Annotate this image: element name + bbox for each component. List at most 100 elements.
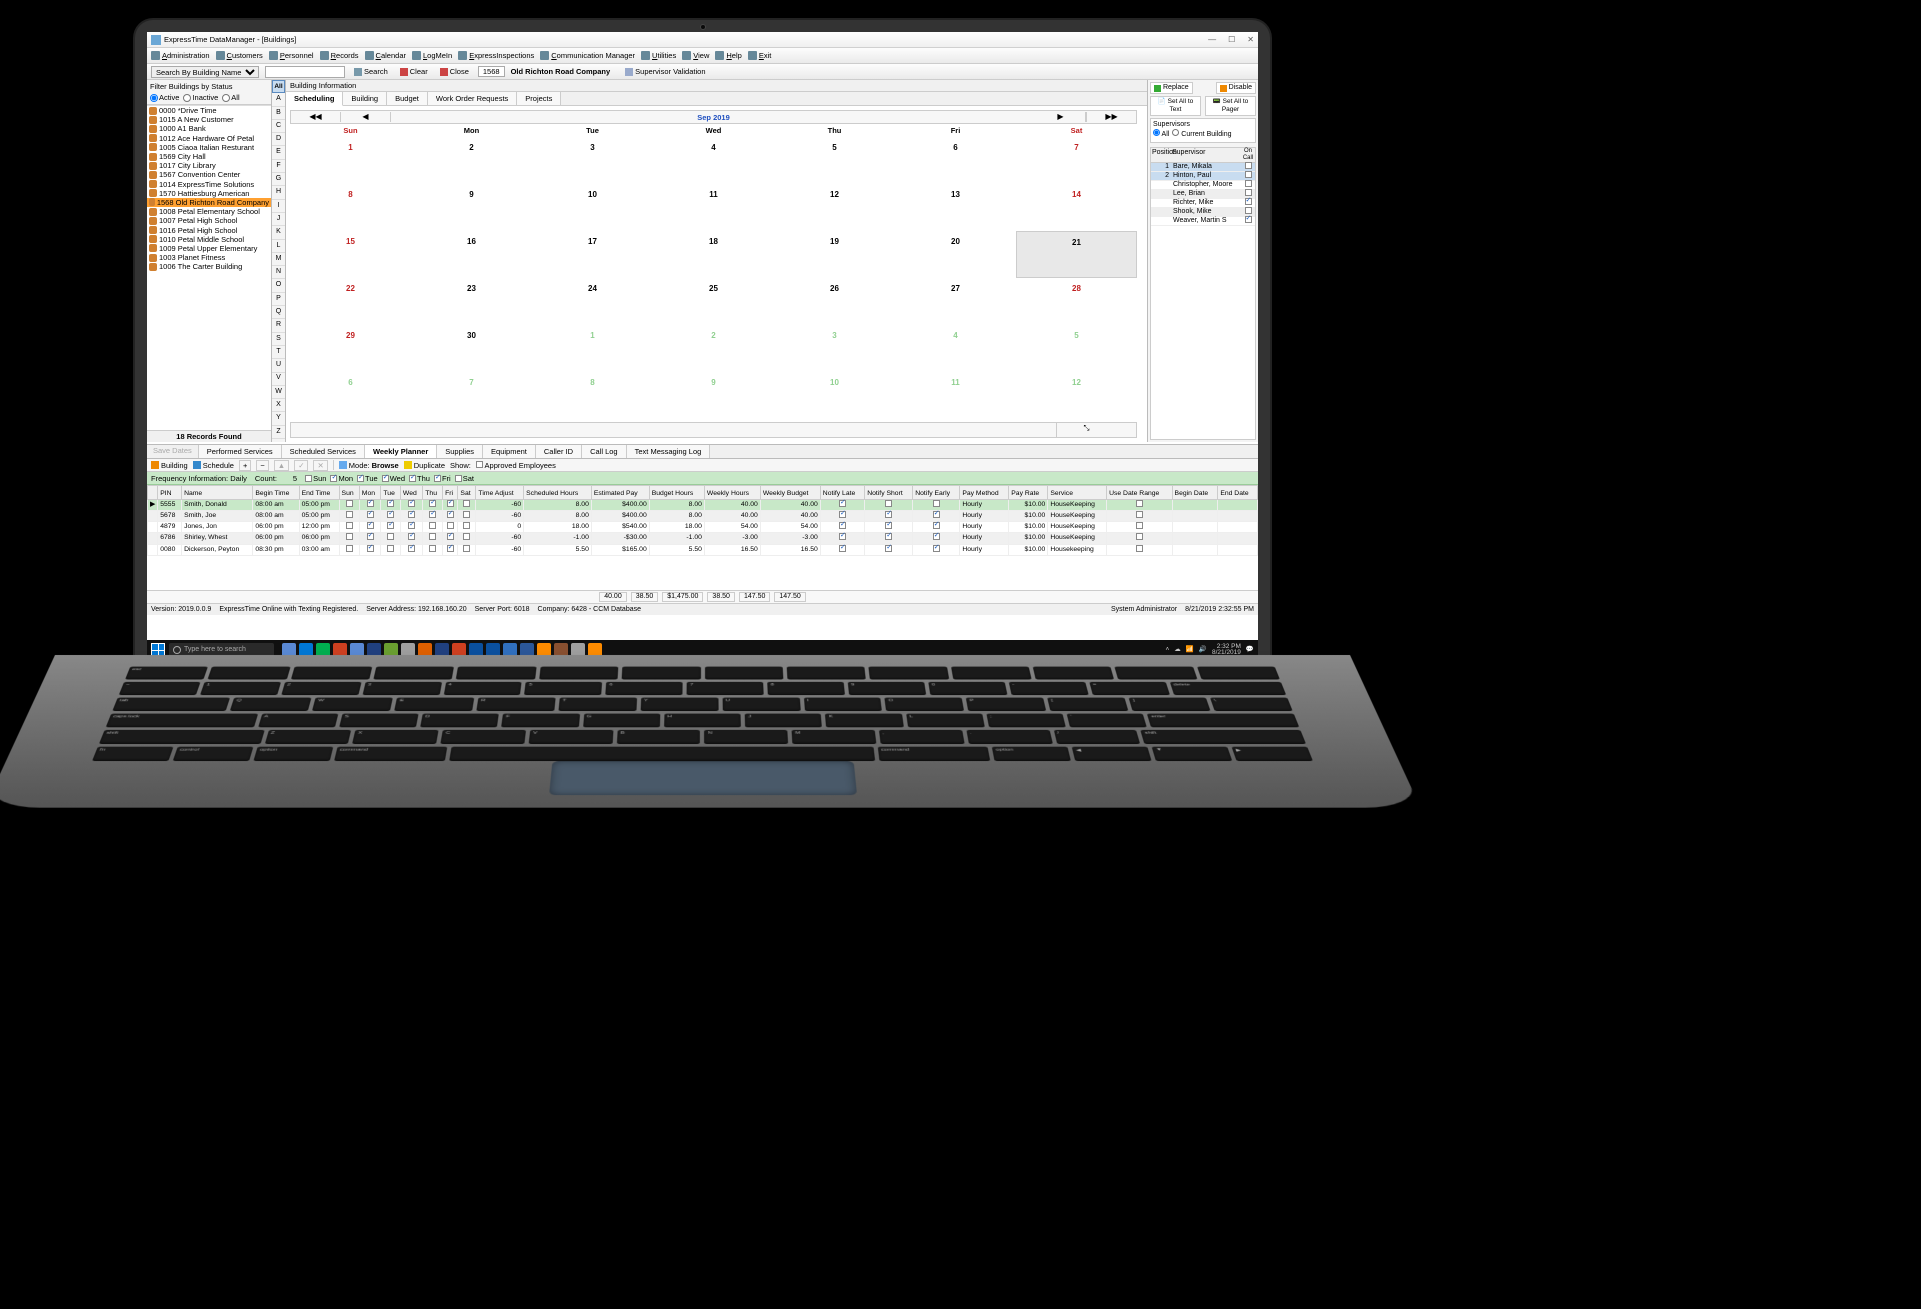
calendar-day[interactable]: 15 bbox=[290, 231, 411, 278]
building-row[interactable]: 1016 Petal High School bbox=[147, 225, 271, 234]
planner-col[interactable]: Name bbox=[182, 486, 253, 500]
alpha-l[interactable]: L bbox=[272, 240, 285, 253]
calendar-day[interactable]: 24 bbox=[532, 278, 653, 325]
replace-button[interactable]: Replace bbox=[1150, 82, 1193, 94]
alpha-y[interactable]: Y bbox=[272, 412, 285, 425]
building-toggle[interactable]: Building bbox=[151, 461, 188, 470]
calendar-day[interactable]: 4 bbox=[653, 137, 774, 184]
calendar-day[interactable]: 8 bbox=[532, 372, 653, 419]
tab-weekly-planner[interactable]: Weekly Planner bbox=[365, 445, 437, 458]
alpha-q[interactable]: Q bbox=[272, 306, 285, 319]
building-row[interactable]: 1568 Old Richton Road Company bbox=[147, 198, 271, 207]
filter-inactive[interactable]: Inactive bbox=[183, 93, 218, 102]
tab-equipment[interactable]: Equipment bbox=[483, 445, 536, 458]
menu-exit[interactable]: Exit bbox=[748, 51, 772, 60]
planner-row[interactable]: 4879Jones, Jon06:00 pm12:00 pm018.00$540… bbox=[148, 522, 1258, 533]
maximize-button[interactable]: ☐ bbox=[1228, 35, 1235, 45]
alpha-t[interactable]: T bbox=[272, 346, 285, 359]
alpha-n[interactable]: N bbox=[272, 266, 285, 279]
tab-projects[interactable]: Projects bbox=[517, 92, 561, 105]
alpha-d[interactable]: D bbox=[272, 133, 285, 146]
calendar-day[interactable]: 13 bbox=[895, 184, 1016, 231]
filter-all[interactable]: All bbox=[222, 93, 239, 102]
alpha-e[interactable]: E bbox=[272, 146, 285, 159]
planner-col[interactable]: Begin Time bbox=[253, 486, 299, 500]
alpha-all[interactable]: All bbox=[272, 80, 285, 93]
calendar-day[interactable]: 7 bbox=[1016, 137, 1137, 184]
building-row[interactable]: 1567 Convention Center bbox=[147, 170, 271, 179]
building-row[interactable]: 1012 Ace Hardware Of Petal bbox=[147, 134, 271, 143]
calendar-day[interactable]: 2 bbox=[411, 137, 532, 184]
menu-customers[interactable]: Customers bbox=[216, 51, 263, 60]
planner-col[interactable]: Budget Hours bbox=[649, 486, 704, 500]
tab-building[interactable]: Building bbox=[343, 92, 387, 105]
building-row[interactable]: 0000 *Drive Time bbox=[147, 106, 271, 115]
freq-wed[interactable]: Wed bbox=[382, 474, 405, 483]
tab-caller-id[interactable]: Caller ID bbox=[536, 445, 582, 458]
freq-thu[interactable]: Thu bbox=[409, 474, 430, 483]
planner-col[interactable]: Sat bbox=[458, 486, 476, 500]
calendar-day[interactable]: 7 bbox=[411, 372, 532, 419]
planner-col[interactable]: Notify Short bbox=[865, 486, 913, 500]
menu-records[interactable]: Records bbox=[320, 51, 359, 60]
calendar-day[interactable]: 23 bbox=[411, 278, 532, 325]
supervisor-row[interactable]: 2Hinton, Paul bbox=[1151, 172, 1255, 181]
schedule-toggle[interactable]: Schedule bbox=[193, 461, 234, 470]
planner-col[interactable]: Pay Method bbox=[960, 486, 1009, 500]
alpha-a[interactable]: A bbox=[272, 93, 285, 106]
calendar-day[interactable]: 27 bbox=[895, 278, 1016, 325]
set-all-pager-button[interactable]: 📟 Set All to Pager bbox=[1205, 96, 1256, 116]
calendar-day[interactable]: 3 bbox=[774, 325, 895, 372]
freq-sun[interactable]: Sun bbox=[305, 474, 326, 483]
alpha-k[interactable]: K bbox=[272, 226, 285, 239]
calendar-day[interactable]: 22 bbox=[290, 278, 411, 325]
planner-col[interactable]: Pay Rate bbox=[1009, 486, 1048, 500]
planner-col[interactable]: Begin Date bbox=[1172, 486, 1218, 500]
search-input[interactable] bbox=[265, 66, 345, 78]
planner-col[interactable]: End Date bbox=[1218, 486, 1258, 500]
planner-row[interactable]: 6786Shirley, Whest06:00 pm06:00 pm-60-1.… bbox=[148, 533, 1258, 544]
clear-button[interactable]: Clear bbox=[397, 66, 431, 77]
tray-wifi-icon[interactable]: 📶 bbox=[1186, 646, 1194, 654]
cal-prev-month[interactable]: ◀ bbox=[341, 112, 391, 122]
menu-calendar[interactable]: Calendar bbox=[365, 51, 406, 60]
alpha-x[interactable]: X bbox=[272, 399, 285, 412]
calendar-grid[interactable]: 1234567891011121314151617181920212223242… bbox=[290, 137, 1137, 419]
freq-sat[interactable]: Sat bbox=[455, 474, 474, 483]
cal-next-month[interactable]: ▶ bbox=[1036, 112, 1086, 122]
minimize-button[interactable]: — bbox=[1208, 35, 1216, 45]
building-row[interactable]: 1000 A1 Bank bbox=[147, 124, 271, 133]
building-row[interactable]: 1008 Petal Elementary School bbox=[147, 207, 271, 216]
alpha-f[interactable]: F bbox=[272, 160, 285, 173]
calendar-day[interactable]: 25 bbox=[653, 278, 774, 325]
supervisors-table[interactable]: Position Supervisor On Call 1Bare, Mikal… bbox=[1150, 147, 1256, 440]
building-row[interactable]: 1007 Petal High School bbox=[147, 216, 271, 225]
calendar-day[interactable]: 11 bbox=[653, 184, 774, 231]
tab-call-log[interactable]: Call Log bbox=[582, 445, 627, 458]
tab-scheduled-services[interactable]: Scheduled Services bbox=[282, 445, 365, 458]
up-button[interactable]: ▲ bbox=[274, 460, 289, 471]
calendar-expand[interactable]: ⤡ bbox=[1056, 423, 1116, 437]
calendar-day[interactable]: 5 bbox=[1016, 325, 1137, 372]
close-button[interactable]: ✕ bbox=[1247, 35, 1254, 45]
calendar-day[interactable]: 4 bbox=[895, 325, 1016, 372]
alpha-b[interactable]: B bbox=[272, 107, 285, 120]
notifications-icon[interactable]: 💬 bbox=[1246, 646, 1254, 654]
alpha-filter[interactable]: AllABCDEFGHIJKLMNOPQRSTUVWXYZ bbox=[272, 80, 286, 442]
planner-col[interactable]: Weekly Hours bbox=[704, 486, 760, 500]
planner-col[interactable]: End Time bbox=[299, 486, 339, 500]
building-row[interactable]: 1569 City Hall bbox=[147, 152, 271, 161]
building-row[interactable]: 1005 Ciaoa Italian Resturant bbox=[147, 143, 271, 152]
alpha-i[interactable]: I bbox=[272, 200, 285, 213]
tab-text-messaging-log[interactable]: Text Messaging Log bbox=[627, 445, 711, 458]
planner-col[interactable]: Service bbox=[1048, 486, 1107, 500]
super-radio-current-building[interactable]: Current Building bbox=[1172, 129, 1231, 139]
building-row[interactable]: 1017 City Library bbox=[147, 161, 271, 170]
tab-scheduling[interactable]: Scheduling bbox=[286, 92, 343, 106]
planner-col[interactable]: PIN bbox=[158, 486, 182, 500]
planner-col[interactable]: Scheduled Hours bbox=[524, 486, 592, 500]
search-by-select[interactable]: Search By Building Name bbox=[151, 66, 259, 78]
calendar-day[interactable]: 28 bbox=[1016, 278, 1137, 325]
alpha-o[interactable]: O bbox=[272, 279, 285, 292]
building-row[interactable]: 1003 Planet Fitness bbox=[147, 253, 271, 262]
